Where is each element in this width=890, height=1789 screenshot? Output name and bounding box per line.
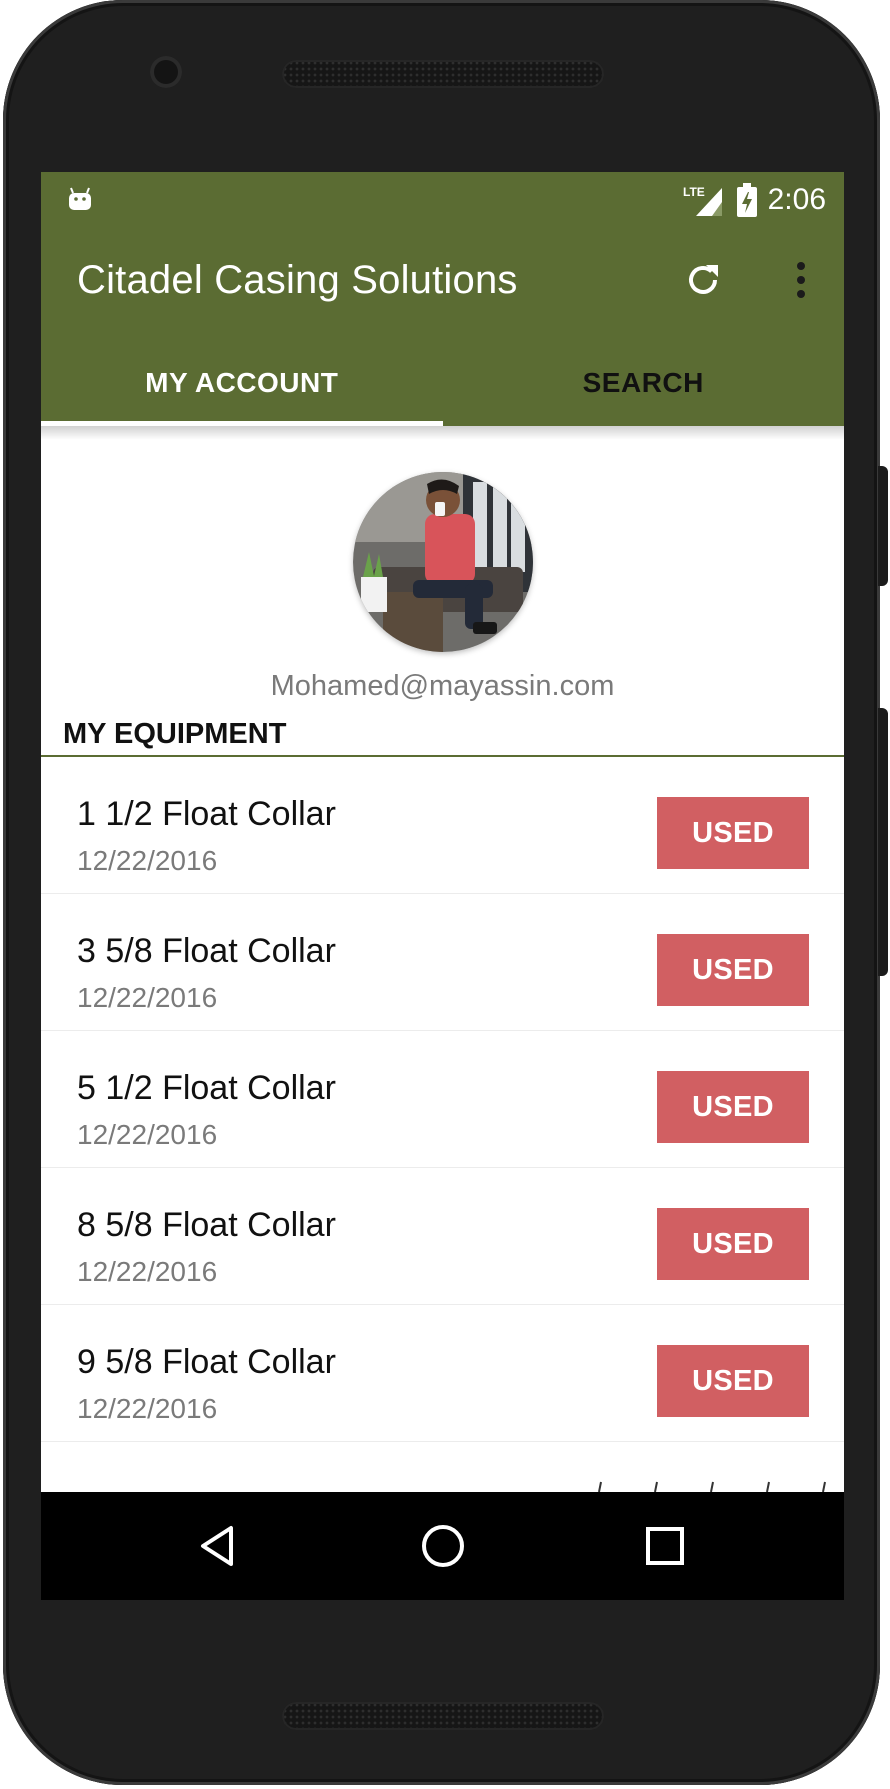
profile-photo [353,472,533,652]
list-item[interactable]: 5 1/2 Float Collar 12/22/2016 USED [41,1031,844,1168]
tab-bar: MY ACCOUNT SEARCH [41,340,844,426]
equipment-date: 12/22/2016 [77,845,218,876]
back-icon [201,1526,233,1566]
equipment-name: 9 5/8 Float Collar [77,1343,336,1381]
top-speaker [282,60,604,88]
lte-signal-icon: LTE [683,185,722,216]
used-button[interactable]: USED [657,797,809,869]
more-vert-icon [797,262,805,298]
power-button [878,466,888,586]
refresh-button[interactable] [673,250,733,310]
list-item[interactable]: 1 1/2 Float Collar 12/22/2016 USED [41,757,844,894]
battery-icon [736,183,757,217]
tab-label: SEARCH [582,367,704,398]
section-title: MY EQUIPMENT [63,718,287,750]
status-bar: LTE 2:06 [41,172,844,228]
equipment-date: 12/22/2016 [77,1256,218,1287]
equipment-date: 12/22/2016 [77,1393,218,1424]
used-button[interactable]: USED [657,1345,809,1417]
list-item[interactable]: 9 5/8 Float Collar 12/22/2016 USED [41,1305,844,1442]
screen: LTE 2:06 Citadel Casing Solutions MY ACC… [41,172,844,1600]
refresh-icon [689,265,718,294]
recents-button[interactable] [635,1516,695,1576]
svg-text:LTE: LTE [683,185,705,199]
status-right: LTE 2:06 [682,178,826,222]
tab-label: MY ACCOUNT [145,367,339,398]
equipment-date: 12/22/2016 [77,982,218,1013]
avatar[interactable] [353,472,533,652]
equipment-name: 3 5/8 Float Collar [77,932,336,970]
equipment-list: 1 1/2 Float Collar 12/22/2016 USED 3 5/8… [41,757,844,1442]
device-frame: LTE 2:06 Citadel Casing Solutions MY ACC… [0,0,890,1789]
front-camera [150,56,182,88]
used-button[interactable]: USED [657,1208,809,1280]
app-toolbar: Citadel Casing Solutions [41,228,844,340]
android-debug-icon [69,187,91,210]
bottom-speaker [282,1702,604,1730]
equipment-name: 1 1/2 Float Collar [77,795,336,833]
home-icon [422,1525,464,1567]
tab-my-account[interactable]: MY ACCOUNT [41,340,443,426]
back-button[interactable] [189,1516,249,1576]
tab-search[interactable]: SEARCH [443,340,845,426]
status-time: 2:06 [767,183,826,216]
list-item[interactable]: 3 5/8 Float Collar 12/22/2016 USED [41,894,844,1031]
recents-icon [646,1527,684,1565]
account-email: Mohamed@mayassin.com [270,670,615,702]
equipment-name: 8 5/8 Float Collar [77,1206,336,1244]
tab-shadow [41,426,844,440]
app-title: Citadel Casing Solutions [77,258,518,302]
overflow-menu-button[interactable] [781,250,821,310]
used-button[interactable]: USED [657,1071,809,1143]
home-button[interactable] [413,1516,473,1576]
equipment-name: 5 1/2 Float Collar [77,1069,336,1107]
used-button[interactable]: USED [657,934,809,1006]
volume-button [878,708,888,976]
system-nav-bar [41,1492,844,1600]
list-item[interactable]: 8 5/8 Float Collar 12/22/2016 USED [41,1168,844,1305]
scroll-edge-marks [598,1481,826,1492]
equipment-date: 12/22/2016 [77,1119,218,1150]
